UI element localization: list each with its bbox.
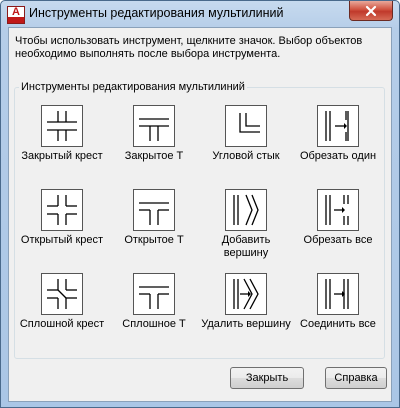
tool-label: Сплошное Т: [122, 318, 186, 330]
tool-label: Угловой стык: [212, 150, 280, 162]
tool-label: Закрытый крест: [21, 150, 103, 162]
corner-joint-icon: [239, 113, 260, 133]
open-cross-icon: [47, 195, 77, 225]
app-icon-letter: A: [12, 6, 20, 18]
tools-group: Инструменты редактирования мультилиний З…: [14, 81, 385, 359]
weld-all-icon: [325, 279, 349, 309]
delete-vertex-icon: [233, 278, 259, 310]
add-vertex-icon: [233, 194, 259, 226]
open-tee-icon: [139, 202, 169, 225]
tool-label: Добавить вершину: [221, 234, 271, 259]
closed-tee-icon: [139, 118, 169, 141]
tool-label: Открытый крест: [20, 234, 104, 246]
closed-cross-icon: [47, 111, 77, 141]
instructions-text: Чтобы использовать инструмент, щелкните …: [15, 35, 363, 60]
help-button[interactable]: Справка: [325, 367, 387, 389]
tool-label: Открытое Т: [124, 234, 184, 246]
title-bar[interactable]: A Инструменты редактирования мультилиний: [1, 1, 399, 27]
merged-cross-icon: [47, 279, 77, 309]
window-close-button[interactable]: [349, 1, 393, 21]
dialog-client-area: Чтобы использовать инструмент, щелкните …: [8, 27, 392, 402]
tool-label: Обрезать все: [303, 234, 373, 246]
tool-label: Закрытое Т: [124, 150, 184, 162]
tools-group-title: Инструменты редактирования мультилиний: [19, 81, 247, 93]
window-title: Инструменты редактирования мультилиний: [29, 6, 284, 20]
merged-tee-icon: [139, 286, 169, 309]
tool-label: Удалить вершину: [201, 318, 291, 330]
close-button[interactable]: Закрыть: [230, 367, 304, 389]
tool-label: Сплошной крест: [19, 318, 105, 330]
dialog-window: A Инструменты редактирования мультилиний…: [0, 0, 400, 408]
tool-label: Соединить все: [300, 318, 376, 330]
close-icon: [365, 5, 377, 16]
cut-all-icon: [325, 195, 349, 225]
autocad-app-icon: A: [7, 6, 25, 24]
cut-single-icon: [325, 111, 349, 141]
tool-label: Обрезать один: [299, 150, 377, 162]
